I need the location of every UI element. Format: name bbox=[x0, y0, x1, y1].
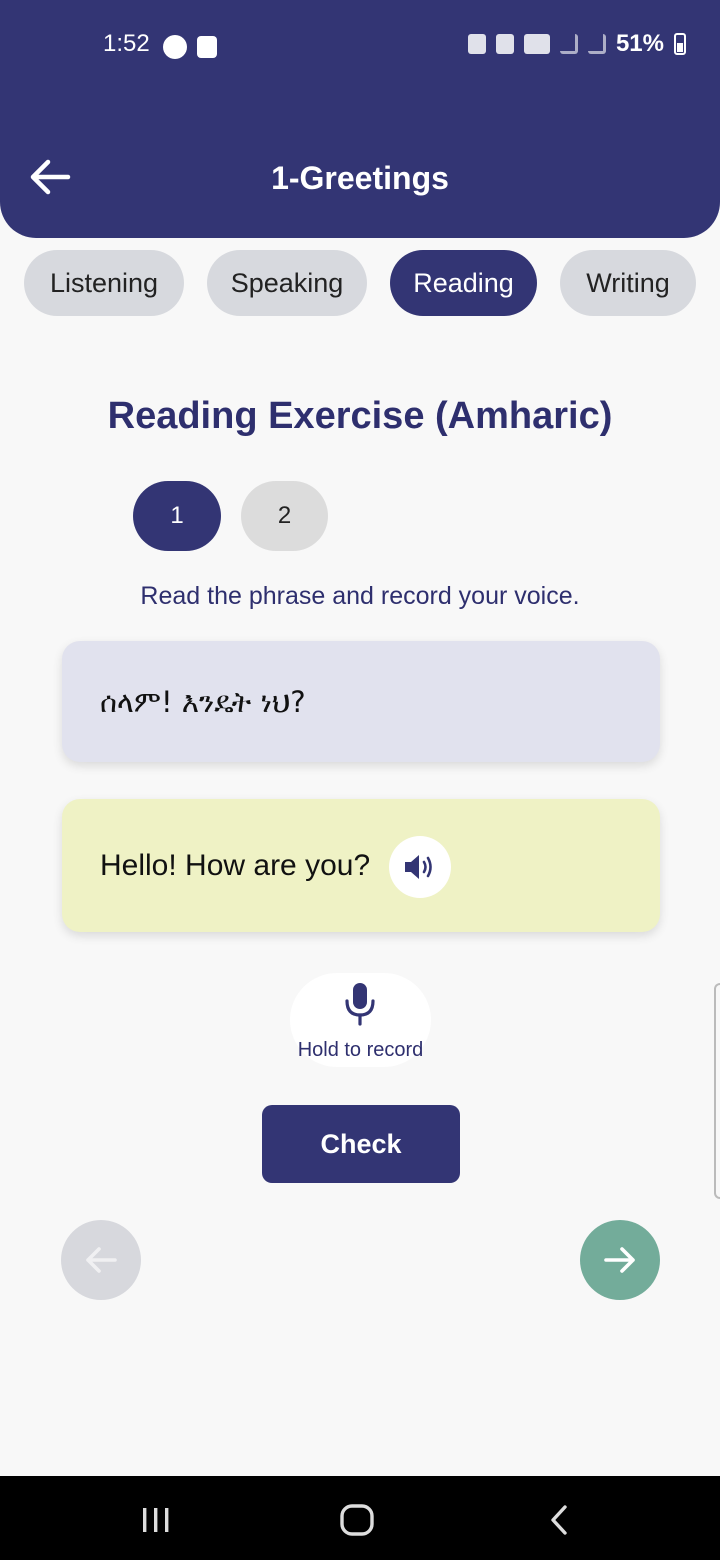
checkbox-notification-icon bbox=[197, 36, 217, 58]
arrow-right-icon bbox=[604, 1247, 635, 1273]
english-phrase: Hello! How are you? bbox=[100, 849, 371, 882]
record-label: Hold to record bbox=[297, 1039, 424, 1061]
side-panel-handle[interactable] bbox=[714, 983, 720, 1199]
step-2-button[interactable]: 2 bbox=[241, 481, 328, 551]
recent-apps-icon[interactable] bbox=[141, 1506, 171, 1534]
hold-to-record-button[interactable]: Hold to record bbox=[290, 973, 431, 1067]
tab-writing[interactable]: Writing bbox=[560, 250, 696, 316]
signal-icon-2 bbox=[587, 34, 606, 54]
status-time: 1:52 bbox=[103, 30, 150, 57]
microphone-icon bbox=[345, 983, 375, 1026]
instruction-text: Read the phrase and record your voice. bbox=[140, 582, 580, 610]
signal-icon bbox=[559, 34, 578, 54]
skill-tabs: Listening Speaking Reading Writing bbox=[0, 250, 720, 316]
amharic-phrase: ሰላም! እንዴት ነህ? bbox=[100, 685, 306, 719]
speaker-icon bbox=[405, 855, 432, 879]
battery-percent: 51% bbox=[615, 30, 664, 57]
exercise-title: Reading Exercise (Amharic) bbox=[107, 395, 613, 437]
tab-speaking[interactable]: Speaking bbox=[207, 250, 367, 316]
previous-button[interactable] bbox=[61, 1220, 141, 1300]
app-header: 1:52 51% 1-Greetings bbox=[0, 0, 720, 238]
tab-reading[interactable]: Reading bbox=[390, 250, 537, 316]
wifi-icon bbox=[523, 34, 550, 54]
battery-saver-icon bbox=[467, 34, 486, 54]
system-back-icon[interactable] bbox=[548, 1504, 570, 1536]
battery-icon bbox=[674, 33, 686, 55]
step-1-button[interactable]: 1 bbox=[133, 481, 221, 551]
arrow-left-icon bbox=[86, 1247, 117, 1273]
tab-listening[interactable]: Listening bbox=[24, 250, 184, 316]
play-audio-button[interactable] bbox=[389, 836, 451, 898]
home-icon[interactable] bbox=[340, 1504, 374, 1536]
system-navigation-bar bbox=[0, 1476, 720, 1560]
check-button[interactable]: Check bbox=[262, 1105, 460, 1183]
page-title: 1-Greetings bbox=[271, 160, 449, 196]
amharic-phrase-card: ሰላም! እንዴት ነህ? bbox=[62, 641, 660, 762]
english-phrase-card: Hello! How are you? bbox=[62, 799, 660, 932]
status-indicators: 51% bbox=[467, 30, 686, 58]
next-button[interactable] bbox=[580, 1220, 660, 1300]
mute-icon bbox=[495, 34, 514, 54]
app-notification-icon bbox=[163, 35, 187, 59]
